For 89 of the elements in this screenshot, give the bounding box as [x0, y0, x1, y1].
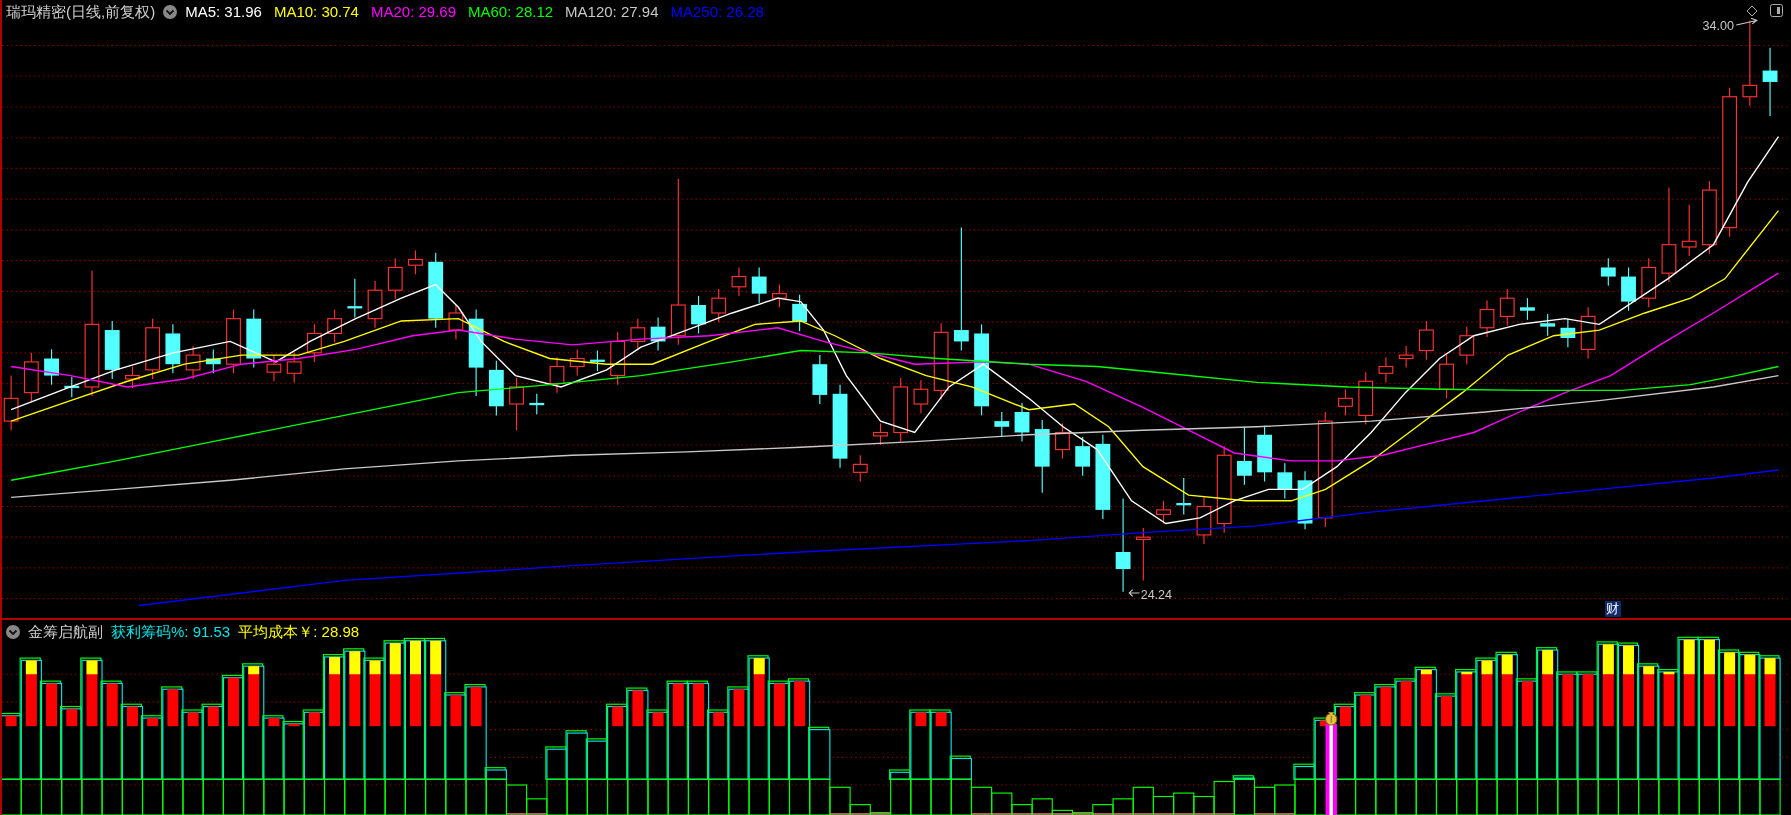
candlestick — [448, 303, 464, 340]
candlestick — [1398, 345, 1414, 369]
candlestick — [488, 360, 504, 416]
high-price-label: 34.00 — [1702, 17, 1758, 33]
candlestick — [1520, 297, 1535, 321]
candlestick — [1499, 288, 1515, 327]
chart-title: 瑞玛精密(日线,前复权) — [6, 4, 156, 19]
candlestick — [1358, 371, 1374, 426]
moving-average-label: MA5: 31.96 — [185, 4, 262, 19]
candlestick — [387, 257, 403, 300]
candlestick — [266, 354, 282, 382]
candlestick — [226, 309, 241, 374]
moving-average-label: MA120: 27.94 — [565, 4, 659, 19]
candlestick — [23, 352, 39, 403]
indicator-reading: 平均成本￥: 28.98 — [238, 624, 360, 639]
candlestick — [1681, 204, 1697, 257]
candlestick — [1135, 527, 1151, 581]
candlestick — [1580, 306, 1596, 360]
candlestick — [792, 294, 808, 332]
candlestick — [1439, 354, 1454, 399]
candlestick — [509, 377, 524, 431]
candlestick — [1479, 299, 1495, 338]
candlestick — [771, 283, 787, 308]
candlestick — [1600, 257, 1616, 287]
candlestick — [286, 352, 302, 383]
candlestick — [1055, 422, 1070, 460]
moving-average-label: MA60: 28.12 — [468, 4, 554, 19]
moving-average-label: MA20: 29.69 — [370, 4, 456, 19]
moving-average-label: MA10: 30.74 — [273, 4, 359, 19]
candlestick — [1378, 356, 1394, 383]
candlestick — [893, 377, 909, 443]
candlestick — [306, 323, 322, 363]
candlestick — [104, 320, 120, 380]
candlestick — [1560, 318, 1576, 348]
candlestick — [1418, 320, 1434, 361]
candlestick — [327, 309, 342, 344]
candlestick — [994, 411, 1010, 437]
candlestick — [1338, 388, 1353, 416]
candlestick — [145, 318, 161, 380]
panel-toggle-icon[interactable] — [1770, 4, 1783, 17]
candlestick — [3, 375, 19, 431]
candlestick — [691, 295, 706, 335]
candlestick — [1641, 257, 1657, 308]
candlestick — [185, 345, 201, 380]
candlestick — [125, 365, 140, 389]
candlestick — [64, 376, 80, 398]
candlestick — [569, 348, 585, 377]
candlestick — [630, 318, 646, 352]
candlestick — [711, 288, 727, 323]
event-badge[interactable]: 财 — [1605, 600, 1621, 617]
candlestick — [812, 354, 828, 405]
candlestick — [549, 356, 565, 394]
candlestick — [1277, 462, 1293, 500]
candlestick — [408, 249, 423, 275]
candlestick — [610, 331, 626, 386]
candlestick — [1237, 426, 1252, 486]
diamond-icon[interactable] — [1746, 4, 1758, 17]
candlestick — [1176, 477, 1192, 515]
candlestick — [347, 278, 363, 319]
candlestick — [731, 266, 747, 297]
indicator-title: 金筹启航副 — [28, 624, 103, 639]
candlestick — [1196, 496, 1212, 545]
candlestick — [367, 280, 383, 329]
candlestick — [650, 316, 666, 352]
candlestick — [1621, 266, 1636, 312]
candlestick — [44, 348, 59, 386]
candlestick — [590, 349, 605, 372]
candlestick — [529, 393, 545, 415]
moving-average-label: MA250: 26.28 — [670, 4, 764, 19]
candlestick — [873, 422, 888, 446]
candlestick — [913, 379, 929, 414]
candlestick — [1257, 425, 1273, 482]
candlestick — [1762, 47, 1778, 117]
candlestick — [1459, 326, 1475, 365]
candlestick — [1014, 402, 1030, 443]
low-price-label: 24.24 — [1128, 587, 1173, 602]
candlestick — [165, 323, 181, 374]
candlestick — [205, 348, 221, 374]
candlestick — [1075, 436, 1091, 477]
candlestick — [852, 454, 868, 482]
candlestick — [751, 266, 767, 304]
money-bag-icon — [1324, 712, 1338, 726]
candlestick — [1297, 470, 1313, 530]
indicator-reading: 获利筹码%: 91.53 — [111, 624, 231, 639]
candlestick — [246, 309, 262, 369]
candlestick — [1540, 313, 1556, 337]
candlestick — [1156, 500, 1171, 525]
dropdown-icon[interactable] — [163, 4, 178, 19]
dropdown-icon[interactable] — [6, 624, 20, 639]
